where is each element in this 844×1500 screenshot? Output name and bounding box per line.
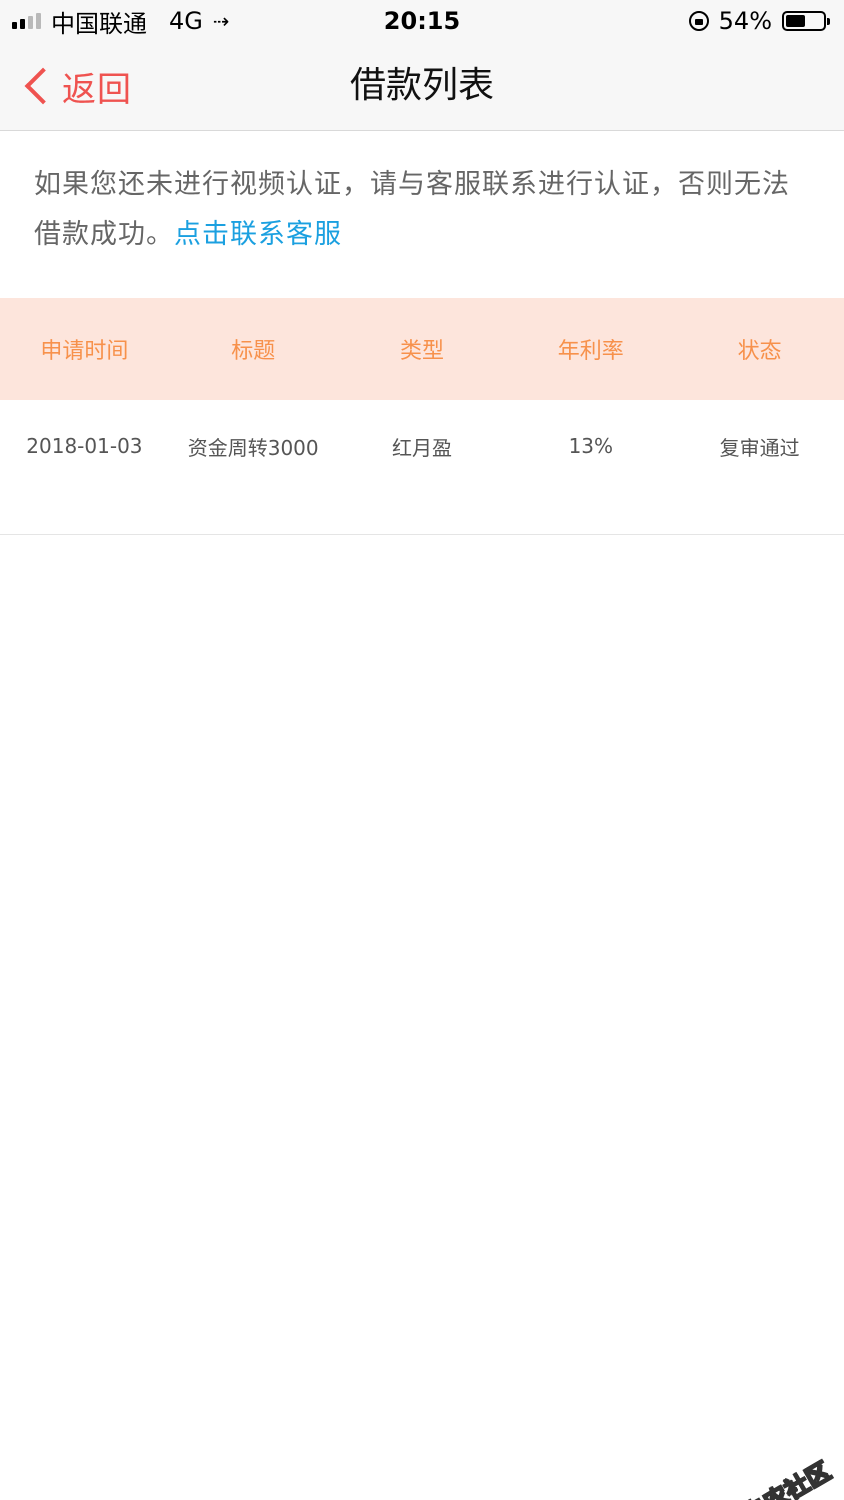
cell-type: 红月盈 xyxy=(391,435,452,460)
page-title: 借款列表 xyxy=(349,65,494,106)
rotation-lock-icon xyxy=(688,11,709,31)
status-right: 54% xyxy=(688,6,830,36)
column-header-title: 标题 xyxy=(231,339,276,364)
notice-text: 如果您还未进行视频认证，请与客服联系进行认证，否则无法借款成功。 xyxy=(34,169,790,250)
watermark-text: 卡农社区 xyxy=(738,1456,836,1500)
cell-title: 资金周转3000 xyxy=(187,435,319,460)
column-header-status: 状态 xyxy=(737,339,782,364)
battery-icon xyxy=(782,11,830,31)
contact-support-link[interactable]: 点击联系客服 xyxy=(174,219,342,250)
column-header-apply-time: 申请时间 xyxy=(40,339,129,364)
cell-status: 复审通过 xyxy=(719,435,800,460)
navigation-bar: 返回 借款列表 xyxy=(0,42,844,131)
verification-notice: 如果您还未进行视频认证，请与客服联系进行认证，否则无法借款成功。点击联系客服 xyxy=(34,160,810,260)
status-bar: 中国联通 4G ⇢ 20:15 54% xyxy=(0,0,844,42)
table-row[interactable]: 2018-01-03 资金周转3000 红月盈 13% 复审通过 xyxy=(0,400,844,535)
cell-annual-rate: 13% xyxy=(568,434,614,458)
column-header-annual-rate: 年利率 xyxy=(557,339,624,364)
watermark: 卡农社区 xyxy=(711,1452,836,1500)
screen: 中国联通 4G ⇢ 20:15 54% 返回 借款列表 如果您还未进行视频认证，… xyxy=(0,0,844,1500)
battery-fill xyxy=(786,15,805,27)
column-header-type: 类型 xyxy=(399,339,444,364)
cell-apply-time: 2018-01-03 xyxy=(26,434,143,458)
battery-percent: 54% xyxy=(718,7,772,35)
loan-table-header: 申请时间 标题 类型 年利率 状态 xyxy=(0,298,844,400)
